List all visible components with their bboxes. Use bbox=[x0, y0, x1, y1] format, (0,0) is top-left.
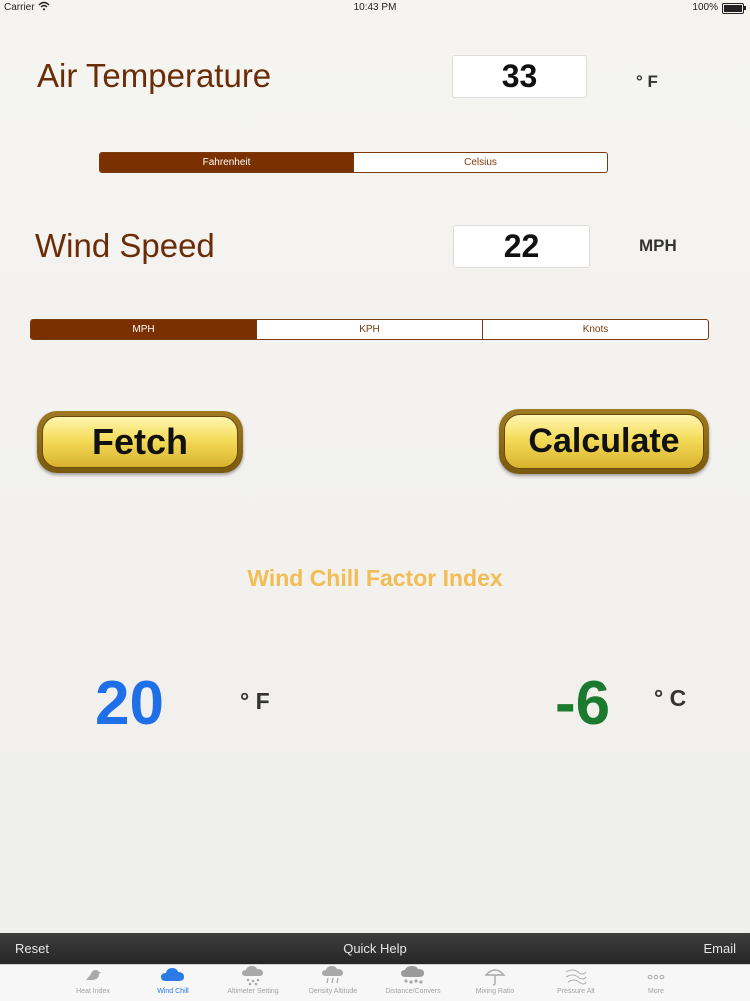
air-temperature-field[interactable]: 33 bbox=[452, 55, 587, 98]
tab-more[interactable]: More bbox=[616, 965, 696, 1001]
tab-label: Heat Index bbox=[76, 988, 110, 995]
celsius-unit: ° C bbox=[654, 685, 687, 711]
tab-label: Density Altitude bbox=[308, 988, 358, 995]
tab-label: Distance/Convers bbox=[385, 988, 441, 995]
tab-mixing-ratio[interactable]: Mixing Ratio bbox=[455, 965, 535, 1001]
tab-wind-chill[interactable]: Wind Chill bbox=[133, 965, 213, 1001]
quick-help-button[interactable]: Quick Help bbox=[0, 941, 750, 956]
paper-background bbox=[0, 0, 750, 750]
tab-label: More bbox=[648, 988, 664, 995]
umbrella-icon bbox=[455, 965, 535, 987]
tab-bar: Heat Index Wind Chill Altimeter Setting … bbox=[0, 964, 750, 1001]
air-temperature-label: Air Temperature bbox=[37, 57, 272, 94]
segment-celsius[interactable]: Celsius bbox=[353, 153, 607, 172]
tab-label: Altimeter Setting bbox=[227, 988, 279, 995]
segment-mph[interactable]: MPH bbox=[31, 320, 256, 339]
wind-speed-unit: MPH bbox=[639, 236, 677, 255]
temperature-unit-segmented: Fahrenheit Celsius bbox=[99, 152, 608, 173]
cloud-icon bbox=[133, 965, 213, 987]
tab-label: Wind Chill bbox=[157, 988, 189, 995]
tab-label: Pressure Alt bbox=[557, 988, 595, 995]
status-bar: Carrier 10:43 PM 100% bbox=[0, 0, 750, 16]
fetch-button-label: Fetch bbox=[42, 416, 238, 468]
fetch-button[interactable]: Fetch bbox=[37, 411, 243, 473]
battery-icon bbox=[722, 3, 746, 14]
lower-background bbox=[0, 750, 750, 933]
storm-cloud-icon bbox=[373, 965, 453, 987]
snow-cloud-icon bbox=[213, 965, 293, 987]
bottom-toolbar: Quick Help Reset Email bbox=[0, 933, 750, 964]
fahrenheit-unit: ° F bbox=[240, 688, 270, 714]
more-icon bbox=[616, 965, 696, 987]
wind-chill-celsius: -6 bbox=[555, 669, 611, 738]
tab-pressure-alt[interactable]: Pressure Alt bbox=[536, 965, 616, 1001]
air-temperature-unit: ° F bbox=[636, 72, 658, 91]
tab-heat-index[interactable]: Heat Index bbox=[53, 965, 133, 1001]
tab-distance-convers[interactable]: Distance/Convers bbox=[373, 965, 453, 1001]
wind-chill-fahrenheit: 20 bbox=[95, 669, 164, 738]
wind-chill-title: Wind Chill Factor Index bbox=[247, 565, 503, 591]
segment-knots[interactable]: Knots bbox=[482, 320, 708, 339]
clock: 10:43 PM bbox=[353, 2, 397, 13]
segment-fahrenheit[interactable]: Fahrenheit bbox=[100, 153, 353, 172]
tab-density-altitude[interactable]: Density Altitude bbox=[293, 965, 373, 1001]
rain-cloud-icon bbox=[293, 965, 373, 987]
reset-button[interactable]: Reset bbox=[15, 941, 49, 956]
wind-icon bbox=[536, 965, 616, 987]
speed-unit-segmented: MPH KPH Knots bbox=[30, 319, 709, 340]
email-button[interactable]: Email bbox=[703, 941, 736, 956]
bird-icon bbox=[53, 965, 133, 987]
tab-label: Mixing Ratio bbox=[475, 988, 515, 995]
wind-speed-label: Wind Speed bbox=[35, 227, 215, 264]
wind-speed-field[interactable]: 22 bbox=[453, 225, 590, 268]
segment-kph[interactable]: KPH bbox=[256, 320, 482, 339]
battery-percent: 100% bbox=[692, 2, 718, 13]
calculate-button[interactable]: Calculate bbox=[499, 409, 709, 474]
calculate-button-label: Calculate bbox=[504, 414, 704, 469]
tab-altimeter-setting[interactable]: Altimeter Setting bbox=[213, 965, 293, 1001]
